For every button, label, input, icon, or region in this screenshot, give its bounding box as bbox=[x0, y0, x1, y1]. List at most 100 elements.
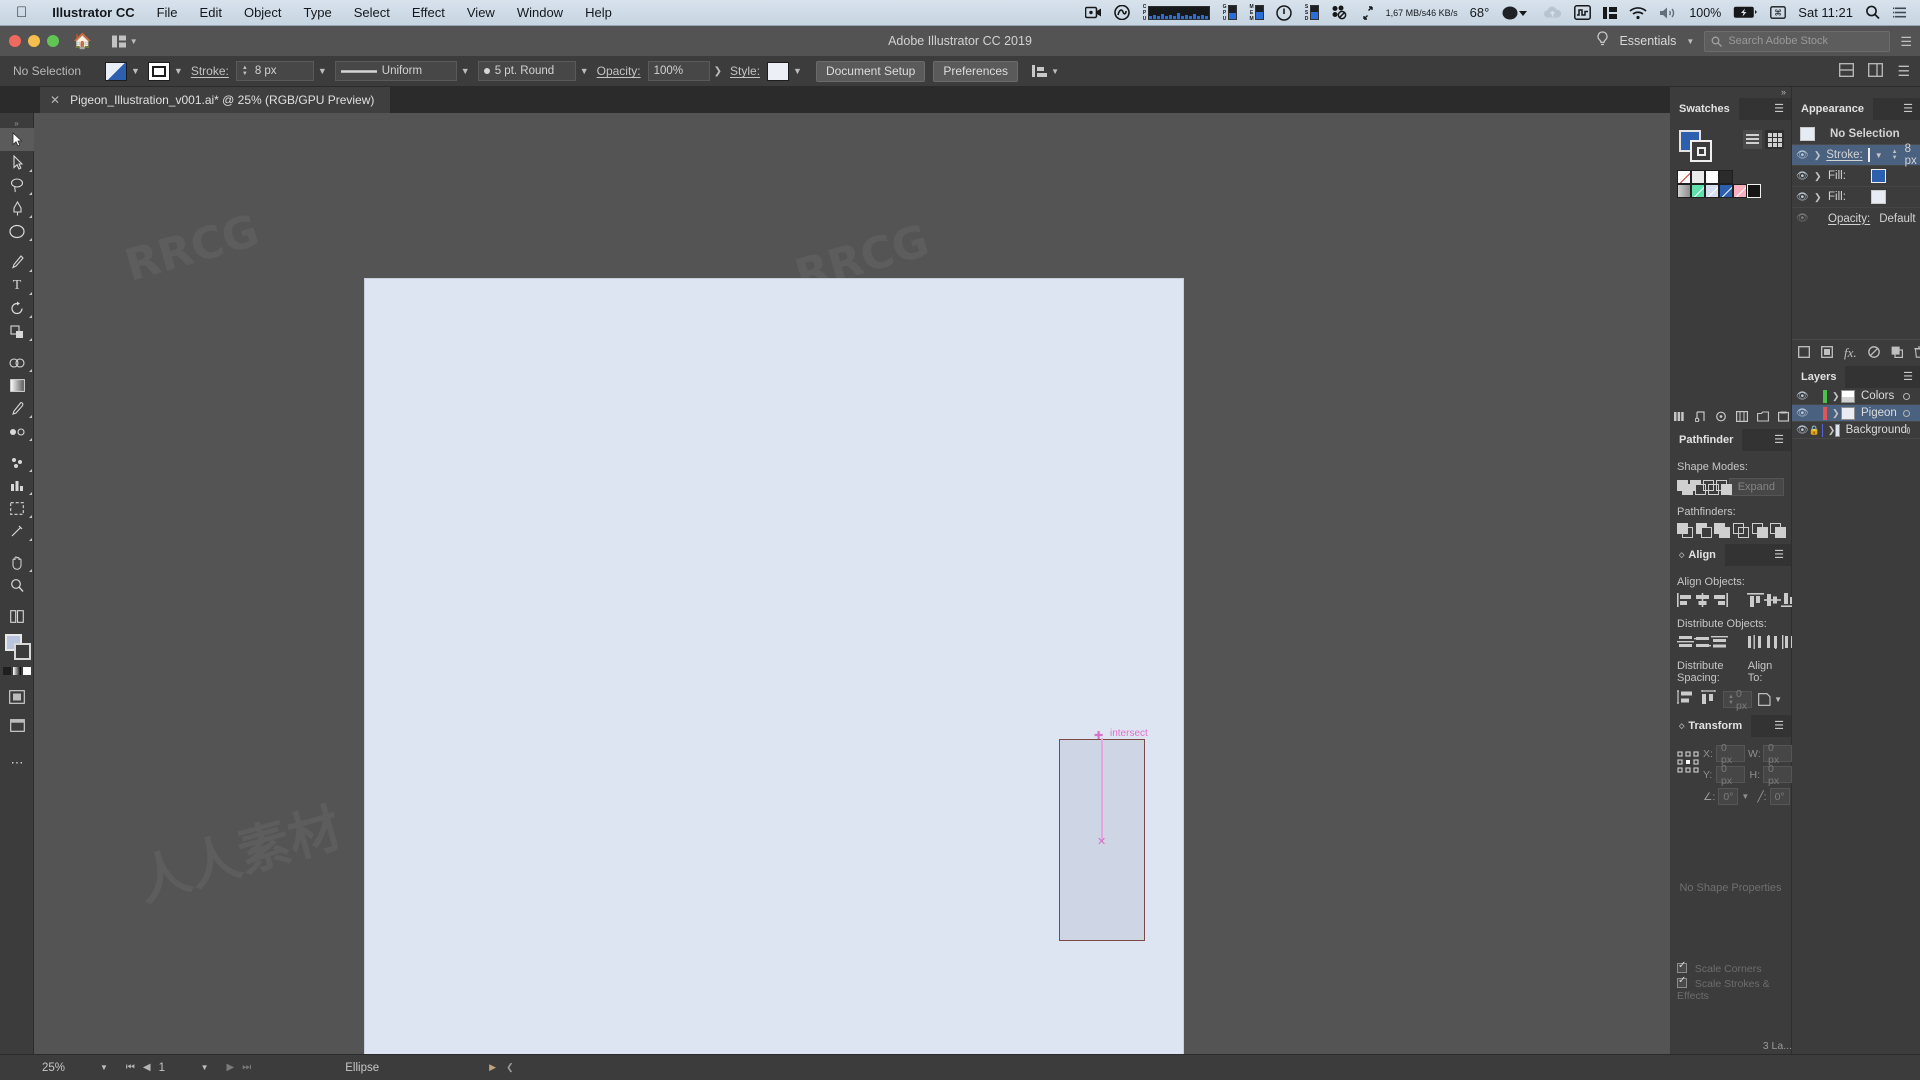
hamburger-icon[interactable]: ☰ bbox=[1774, 721, 1784, 732]
minus-front-icon[interactable] bbox=[1689, 479, 1706, 495]
tool-selection[interactable] bbox=[0, 128, 34, 151]
chevron-right-icon[interactable]: ❯ bbox=[1814, 192, 1823, 203]
wifi-icon[interactable] bbox=[1623, 6, 1653, 20]
artboard-chevron-down-icon[interactable]: ▼ bbox=[201, 1063, 209, 1072]
tool-pen[interactable] bbox=[0, 197, 34, 220]
align-top-icon[interactable] bbox=[1747, 593, 1764, 607]
add-effect-icon[interactable]: fx. bbox=[1844, 345, 1857, 361]
swatch-white[interactable] bbox=[1705, 170, 1719, 184]
angle-chevron-down-icon[interactable]: ▼ bbox=[1741, 792, 1749, 801]
chevron-right-icon[interactable]: ❯ bbox=[1814, 150, 1822, 161]
tool-zoom[interactable] bbox=[0, 574, 34, 597]
brush-definition-field[interactable]: 5 pt. Round bbox=[477, 61, 576, 81]
target-indicator-icon[interactable] bbox=[1907, 426, 1910, 434]
graph-monitor-icon[interactable] bbox=[1568, 5, 1597, 20]
target-indicator-icon[interactable] bbox=[1903, 409, 1910, 417]
status-collapse-icon[interactable]: ❮ bbox=[506, 1062, 514, 1073]
menu-edit[interactable]: Edit bbox=[189, 5, 233, 20]
trim-icon[interactable] bbox=[1695, 523, 1712, 538]
tool-scale[interactable] bbox=[0, 320, 34, 343]
vertical-distribute-space-icon[interactable] bbox=[1677, 690, 1694, 709]
layer-row-background[interactable]: 👁 🔒 ❯ Background bbox=[1792, 422, 1920, 439]
collapse-panels-icon[interactable]: » bbox=[1781, 87, 1786, 97]
merge-icon[interactable] bbox=[1714, 523, 1731, 538]
fill-stroke-proxy[interactable] bbox=[1679, 130, 1719, 162]
opacity-row-label[interactable]: Opacity: bbox=[1828, 213, 1870, 225]
spacing-stepper[interactable]: ▲ ▼ bbox=[1728, 694, 1734, 706]
graphic-style-chevron-icon[interactable]: ▼ bbox=[793, 66, 802, 76]
gradient-button[interactable] bbox=[12, 667, 21, 675]
swatch-blue[interactable] bbox=[1719, 184, 1733, 198]
hamburger-icon[interactable]: ☰ bbox=[1774, 550, 1784, 561]
menu-effect[interactable]: Effect bbox=[401, 5, 456, 20]
stroke-color-chip[interactable] bbox=[1867, 148, 1870, 162]
tool-more-options[interactable]: ⋯ bbox=[0, 751, 34, 774]
last-artboard-button[interactable]: ⏭ bbox=[238, 1062, 255, 1073]
status-expand-icon[interactable]: ▶ bbox=[489, 1062, 496, 1073]
artboard[interactable]: ✚ ✕ intersect bbox=[365, 279, 1183, 1054]
stroke-weight-chevron-icon[interactable]: ▼ bbox=[318, 66, 327, 76]
stroke-weight-stepper[interactable]: ▲ ▼ bbox=[242, 65, 248, 77]
tool-rotate[interactable] bbox=[0, 297, 34, 320]
appearance-row-opacity[interactable]: 👁 Opacity: Default bbox=[1792, 208, 1920, 229]
swatch-registration[interactable] bbox=[1691, 170, 1705, 184]
menu-object[interactable]: Object bbox=[233, 5, 293, 20]
tool-artboard[interactable] bbox=[0, 497, 34, 520]
menu-select[interactable]: Select bbox=[343, 5, 401, 20]
workspace-chevron-icon[interactable]: ▼ bbox=[1686, 37, 1694, 46]
apple-icon[interactable]:  bbox=[16, 5, 27, 20]
document-arrange-icon[interactable] bbox=[1839, 62, 1855, 80]
duplicate-item-icon[interactable] bbox=[1891, 346, 1903, 361]
chevron-right-icon[interactable]: ❯ bbox=[1828, 425, 1836, 436]
x-field[interactable]: 0 px bbox=[1716, 742, 1745, 766]
next-artboard-button[interactable]: ▶ bbox=[223, 1062, 239, 1073]
scale-corners-row[interactable]: Scale Corners bbox=[1670, 960, 1791, 978]
battery-percent[interactable]: 100% bbox=[1683, 6, 1727, 20]
expand-button[interactable]: Expand bbox=[1728, 478, 1784, 496]
opacity-field[interactable]: 100% bbox=[647, 61, 710, 81]
lock-icon[interactable]: 🔒 bbox=[1809, 425, 1820, 436]
swatch-near-black[interactable] bbox=[1747, 184, 1761, 198]
new-color-group-icon[interactable] bbox=[1757, 410, 1769, 425]
divide-icon[interactable] bbox=[1677, 523, 1693, 538]
stroke-swatch-chevron-icon[interactable]: ▼ bbox=[174, 66, 183, 76]
eye-icon[interactable]: 👁 bbox=[1796, 425, 1809, 436]
none-button[interactable] bbox=[22, 667, 31, 675]
distribute-left-icon[interactable] bbox=[1747, 635, 1764, 649]
distribute-bottom-icon[interactable] bbox=[1711, 635, 1728, 649]
show-swatch-kinds-icon[interactable] bbox=[1694, 410, 1706, 425]
swatch-gradient[interactable] bbox=[1677, 184, 1691, 198]
grid-view-icon[interactable] bbox=[1765, 130, 1784, 149]
tool-lasso[interactable] bbox=[0, 174, 34, 197]
artboard-number-field[interactable]: 1 bbox=[159, 1062, 201, 1074]
swatch-black[interactable] bbox=[1719, 170, 1733, 184]
tool-edit-toolbar[interactable] bbox=[0, 605, 34, 628]
hamburger-icon[interactable]: ☰ bbox=[1903, 372, 1913, 383]
tool-paintbrush[interactable] bbox=[0, 251, 34, 274]
tool-blend[interactable] bbox=[0, 420, 34, 443]
clear-appearance-icon[interactable] bbox=[1867, 345, 1880, 361]
battery-icon[interactable] bbox=[1727, 6, 1764, 19]
swatch-light-blue[interactable] bbox=[1705, 184, 1719, 198]
stroke-weight-stepper[interactable]: ▲ ▼ bbox=[1892, 149, 1898, 161]
ssd-usage-meter[interactable]: SSD bbox=[1298, 4, 1325, 22]
stroke-label[interactable]: Stroke: bbox=[191, 64, 229, 78]
align-vertical-center-icon[interactable] bbox=[1764, 593, 1781, 607]
align-to-selection-icon[interactable]: ▼ bbox=[1758, 693, 1784, 706]
tab-layers[interactable]: Layers bbox=[1792, 366, 1846, 388]
help-search-icon[interactable] bbox=[1596, 31, 1609, 51]
stroke-profile-chevron-icon[interactable]: ▼ bbox=[461, 66, 470, 76]
tab-transform[interactable]: ◇ Transform bbox=[1670, 715, 1752, 737]
titlebar-menu-icon[interactable]: ☰ bbox=[1900, 35, 1912, 48]
swatch-green[interactable] bbox=[1691, 184, 1705, 198]
spotlight-search-icon[interactable] bbox=[1859, 5, 1887, 20]
zoom-chevron-down-icon[interactable]: ▼ bbox=[100, 1063, 108, 1072]
app-indicator-icon[interactable] bbox=[1495, 6, 1537, 20]
adobe-stock-search[interactable]: Search Adobe Stock bbox=[1704, 30, 1891, 52]
color-button[interactable] bbox=[2, 667, 11, 675]
fill-color-swatch[interactable] bbox=[105, 61, 127, 81]
network-speed-readout[interactable]: 1,67 MB/s 46 KB/s bbox=[1380, 8, 1464, 18]
tool-gradient[interactable] bbox=[0, 374, 34, 397]
align-chevron-down-icon[interactable]: ▼ bbox=[1051, 67, 1059, 76]
panel-collapse-triangle-icon[interactable]: ◇ bbox=[1679, 551, 1684, 559]
